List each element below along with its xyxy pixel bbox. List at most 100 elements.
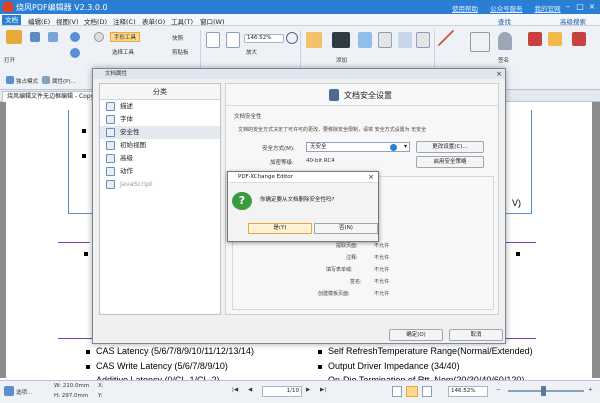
zoom-in-icon[interactable]: + (588, 387, 593, 393)
category-item-advanced[interactable]: 高级 (100, 152, 220, 165)
menu-file[interactable]: 文档 (2, 15, 21, 25)
options-icon[interactable] (4, 386, 14, 396)
script-icon (106, 180, 115, 189)
ok-button[interactable]: 确定(O) (389, 329, 443, 341)
document-icon (106, 102, 115, 111)
menu-edit[interactable]: 编辑(E) (28, 16, 50, 26)
shape-tool-icon[interactable] (470, 32, 490, 52)
page-text-line: Self RefreshTemperature Range(Normal/Ext… (328, 346, 533, 356)
single-page-icon[interactable] (206, 32, 220, 48)
eraser-icon[interactable] (572, 32, 586, 46)
stamp-icon[interactable] (548, 32, 562, 46)
signature-label[interactable]: 签名 (498, 56, 509, 64)
zoom-slider-thumb[interactable] (541, 386, 546, 396)
print-icon[interactable] (48, 32, 58, 42)
menu-document[interactable]: 文档(D) (84, 16, 107, 26)
minimize-icon[interactable]: – (562, 1, 574, 12)
facing-view-icon[interactable] (422, 386, 432, 397)
page-number-field[interactable]: 1/10 (262, 386, 302, 397)
independent-mode-icon[interactable] (6, 76, 14, 84)
page-width-readout: W: 210.0mm (54, 383, 90, 389)
hand-tool-button[interactable]: 手形工具 (110, 32, 141, 42)
edit-content-icon[interactable] (306, 32, 322, 48)
menu-view[interactable]: 视图(V) (56, 16, 79, 26)
bookmark-icon[interactable] (398, 32, 412, 48)
panel-header: 文档安全设置 (226, 84, 498, 106)
first-page-icon[interactable]: |◀ (232, 387, 238, 393)
change-settings-button[interactable]: 更改设置(C)... (416, 141, 484, 153)
find-link[interactable]: 查找 (498, 16, 511, 26)
line-tool-icon[interactable] (437, 29, 469, 61)
select-tool-button[interactable]: 选择工具 (112, 48, 134, 56)
encryption-level-value: 40-bit RC4 (306, 158, 335, 164)
single-page-view-icon[interactable] (392, 386, 402, 397)
zoom-field[interactable]: 146.52% (448, 386, 488, 397)
yes-button[interactable]: 是(Y) (248, 223, 312, 234)
menu-form[interactable]: 表单(O) (142, 16, 165, 26)
category-item-description[interactable]: 描述 (100, 100, 220, 113)
paste-icon[interactable] (6, 30, 22, 44)
properties-icon[interactable] (416, 32, 430, 48)
cancel-button[interactable]: 取消 (449, 329, 503, 341)
website-link[interactable]: 我的官网 (535, 5, 561, 13)
chevron-down-icon: ▾ (403, 143, 407, 150)
wechat-link[interactable]: 公众号服务 (490, 5, 523, 13)
page-rule (506, 242, 536, 243)
properties-button[interactable]: 属性(P)... (52, 77, 76, 85)
menu-window[interactable]: 窗口(W) (200, 16, 225, 26)
prev-page-icon[interactable]: ◀ (248, 387, 252, 393)
security-method-select[interactable]: 无安全 ▾ (306, 142, 410, 152)
add-label[interactable]: 添加 (336, 56, 347, 64)
category-item-fonts[interactable]: 字体 (100, 113, 220, 126)
continuous-view-icon[interactable] (406, 386, 418, 397)
cursor-x-readout: X: (98, 383, 104, 389)
category-item-actions[interactable]: 动作 (100, 165, 220, 178)
last-page-icon[interactable]: ▶| (320, 387, 326, 393)
signature-icon[interactable] (498, 32, 512, 50)
header-links: 使用帮助 公众号服务 我的官网 (452, 3, 571, 13)
category-item-initial-view[interactable]: 初始视图 (100, 139, 220, 152)
image-icon[interactable] (358, 32, 372, 48)
highlight-icon[interactable] (528, 32, 542, 46)
category-list: 分类 描述 字体 安全性 初始视图 高级 动作 JavaScript (99, 83, 221, 315)
zoom-level-field[interactable]: 146.52% (244, 34, 284, 43)
attrs-icon[interactable] (42, 76, 50, 84)
insert-icon[interactable] (378, 32, 392, 48)
snapshot-button[interactable]: 快照 (172, 34, 183, 42)
permission-value: 不允许 (374, 243, 390, 249)
open-label[interactable]: 打开 (4, 56, 15, 64)
help-link[interactable]: 使用帮助 (452, 5, 478, 13)
close-icon[interactable]: × (368, 172, 374, 183)
app-logo-icon (3, 2, 13, 12)
menu-comment[interactable]: 注释(C) (113, 16, 136, 26)
page-text-fragment: V) (512, 198, 521, 208)
back-icon[interactable] (94, 32, 104, 42)
permission-label: 创建模板页面: (318, 291, 350, 297)
actual-size-icon[interactable] (226, 32, 240, 48)
undo-icon[interactable] (70, 32, 80, 42)
permission-label: 提取页面: (336, 243, 358, 249)
category-item-security[interactable]: 安全性 (100, 126, 220, 139)
security-policy-button[interactable]: 启用安全策略 (416, 156, 484, 168)
add-text-icon[interactable] (332, 32, 350, 48)
zoom-slider[interactable] (508, 390, 584, 392)
zoom-in-button[interactable]: 放大 (246, 48, 257, 56)
permission-label: 签名: (350, 279, 362, 285)
bullet (516, 252, 520, 256)
next-page-icon[interactable]: ▶ (306, 387, 310, 393)
close-icon[interactable]: × (496, 69, 502, 79)
zoom-icon[interactable] (286, 32, 298, 44)
title-bar: 烧风PDF编辑器 V2.3.0.0 使用帮助 公众号服务 我的官网 – □ × (0, 0, 600, 14)
zoom-out-icon[interactable]: − (496, 387, 501, 393)
advanced-search-link[interactable]: 高级搜索 (560, 16, 586, 26)
redo-icon[interactable] (70, 48, 80, 58)
maximize-icon[interactable]: □ (574, 1, 586, 12)
independent-mode-button[interactable]: 独占模式 (16, 77, 38, 85)
options-button[interactable]: 选项... (16, 388, 32, 396)
clipboard-button[interactable]: 剪贴板 (172, 48, 189, 56)
close-icon[interactable]: × (586, 1, 598, 12)
menu-tools[interactable]: 工具(T) (171, 16, 193, 26)
save-icon[interactable] (30, 32, 40, 42)
no-button[interactable]: 否(N) (314, 223, 378, 234)
status-bar: 选项... W: 210.0mm H: 297.0mm X: Y: |◀ ◀ 1… (0, 380, 600, 403)
